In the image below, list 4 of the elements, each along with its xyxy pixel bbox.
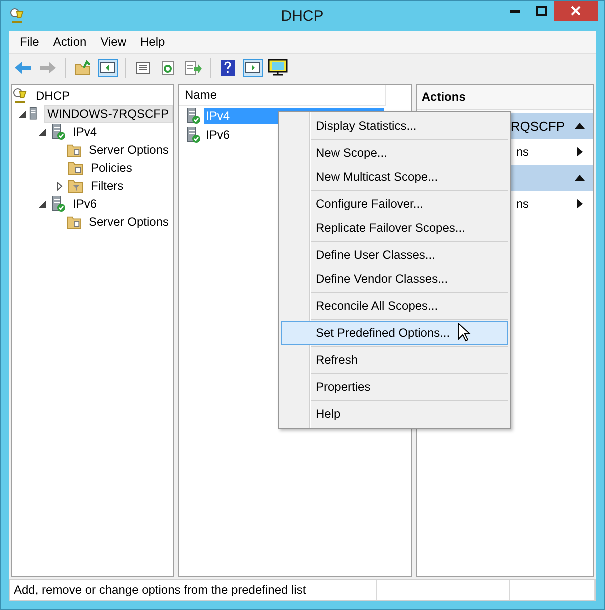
actions-header: Actions bbox=[416, 85, 593, 110]
status-text: Add, remove or change options from the predefined list bbox=[10, 580, 377, 600]
section-title: RQSCFP bbox=[510, 118, 565, 134]
window-title: DHCP bbox=[281, 8, 324, 24]
